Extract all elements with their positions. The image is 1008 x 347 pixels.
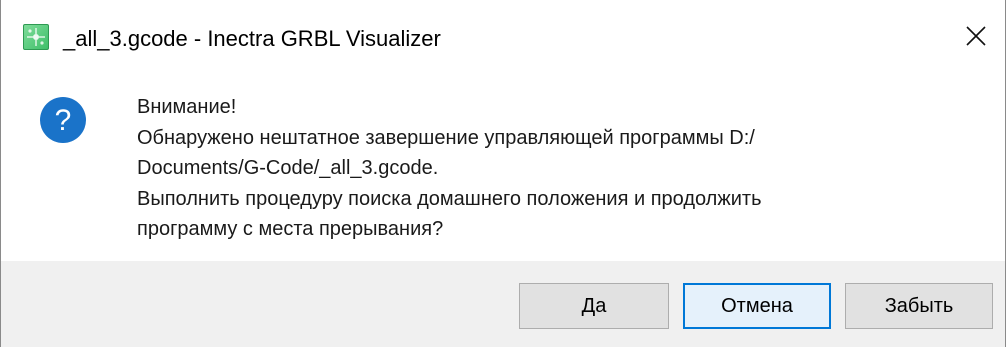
- message-line: Documents/G-Code/_all_3.gcode.: [137, 157, 439, 179]
- title-bar: _all_3.gcode - Inectra GRBL Visualizer: [1, 0, 1005, 66]
- message-text: Внимание! Обнаружено нештатное завершени…: [137, 92, 957, 245]
- dialog-content: ? Внимание! Обнаружено нештатное заверше…: [1, 66, 1005, 261]
- message-line: Обнаружено нештатное завершение управляю…: [137, 126, 755, 149]
- message-line: Выполнить процедуру поиска домашнего пол…: [137, 187, 762, 210]
- button-bar: Да Отмена Забыть: [1, 261, 1005, 347]
- yes-button[interactable]: Да: [519, 283, 669, 329]
- forget-button[interactable]: Забыть: [845, 283, 993, 329]
- question-icon: ?: [39, 96, 87, 144]
- cancel-button[interactable]: Отмена: [683, 283, 831, 329]
- close-button[interactable]: [953, 16, 999, 56]
- message-line: программу с места прерывания?: [137, 218, 444, 240]
- message-line: Внимание!: [137, 96, 237, 118]
- svg-text:?: ?: [55, 104, 72, 137]
- message-dialog: _all_3.gcode - Inectra GRBL Visualizer ?…: [0, 0, 1006, 347]
- window-title: _all_3.gcode - Inectra GRBL Visualizer: [63, 26, 441, 51]
- app-logo-icon: [23, 24, 49, 50]
